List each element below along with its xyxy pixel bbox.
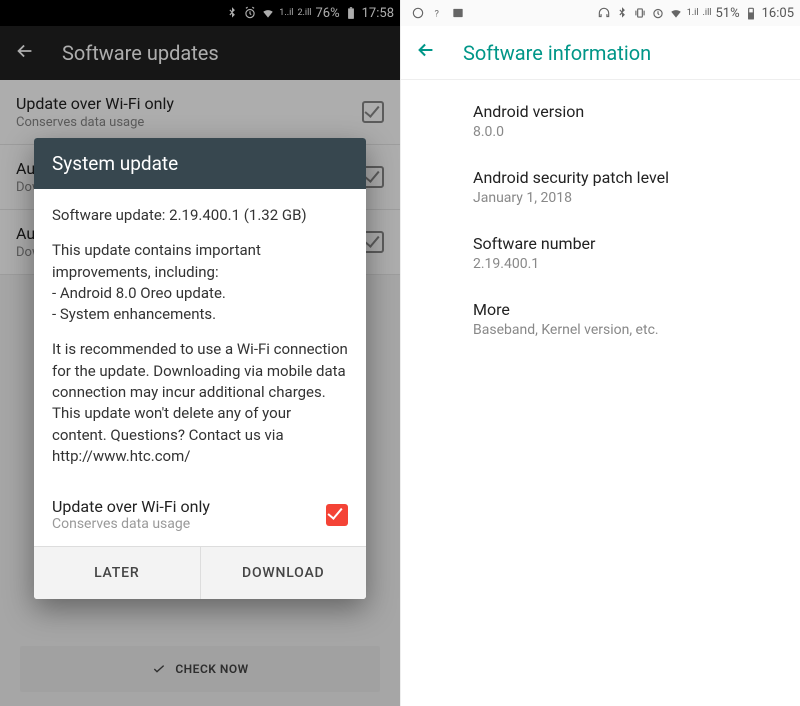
info-list: Android version 8.0.0 Android security p… — [401, 80, 800, 360]
header-right: Software information — [401, 26, 800, 80]
signal-text: 1.il — [687, 8, 699, 18]
svg-text:?: ? — [435, 9, 440, 20]
dialog-buttons: LATER DOWNLOAD — [34, 546, 366, 599]
vibrate-icon — [633, 6, 647, 20]
info-value: January 1, 2018 — [473, 190, 728, 206]
info-security-patch[interactable]: Android security patch level January 1, … — [401, 154, 800, 220]
dialog-wifi-sub: Conserves data usage — [52, 516, 326, 532]
battery-percent: 51% — [715, 6, 739, 21]
checkbox-checked-icon[interactable] — [326, 504, 348, 526]
info-label: More — [473, 300, 728, 319]
circle-icon — [411, 6, 425, 20]
dialog-version-line: Software update: 2.19.400.1 (1.32 GB) — [52, 205, 348, 226]
page-title: Software information — [463, 41, 651, 65]
alarm-icon — [651, 6, 665, 20]
dialog-improvements: This update contains important improveme… — [52, 240, 348, 325]
info-label: Android version — [473, 102, 728, 121]
system-update-dialog: System update Software update: 2.19.400.… — [34, 138, 366, 599]
left-screen: 1..il 2.ill 76% 17:58 Software updates U… — [0, 0, 400, 706]
info-label: Software number — [473, 234, 728, 253]
info-android-version[interactable]: Android version 8.0.0 — [401, 88, 800, 154]
back-icon[interactable] — [415, 39, 437, 66]
dialog-wifi-row[interactable]: Update over Wi-Fi only Conserves data us… — [34, 487, 366, 546]
dialog-wifi-title: Update over Wi-Fi only — [52, 497, 326, 516]
info-more[interactable]: More Baseband, Kernel version, etc. — [401, 286, 800, 352]
download-button[interactable]: DOWNLOAD — [200, 547, 367, 599]
dialog-title: System update — [34, 138, 366, 189]
status-bar-right: ? 1.il .ill 51% 16:05 — [401, 0, 800, 26]
headphones-icon — [597, 6, 611, 20]
info-value: 8.0.0 — [473, 124, 728, 140]
info-value: Baseband, Kernel version, etc. — [473, 322, 728, 338]
signal-text2: .ill — [703, 8, 712, 18]
battery-icon — [744, 6, 758, 20]
info-label: Android security patch level — [473, 168, 728, 187]
clock-text: 16:05 — [762, 6, 794, 21]
wifi-icon — [669, 6, 683, 20]
later-button[interactable]: LATER — [34, 547, 200, 599]
question-icon: ? — [431, 6, 445, 20]
info-software-number[interactable]: Software number 2.19.400.1 — [401, 220, 800, 286]
right-screen: ? 1.il .ill 51% 16:05 Software informati… — [400, 0, 800, 706]
dialog-recommendation: It is recommended to use a Wi-Fi connect… — [52, 339, 348, 467]
image-icon — [451, 6, 465, 20]
info-value: 2.19.400.1 — [473, 256, 728, 272]
bluetooth-icon — [615, 6, 629, 20]
dialog-body: Software update: 2.19.400.1 (1.32 GB) Th… — [34, 189, 366, 487]
